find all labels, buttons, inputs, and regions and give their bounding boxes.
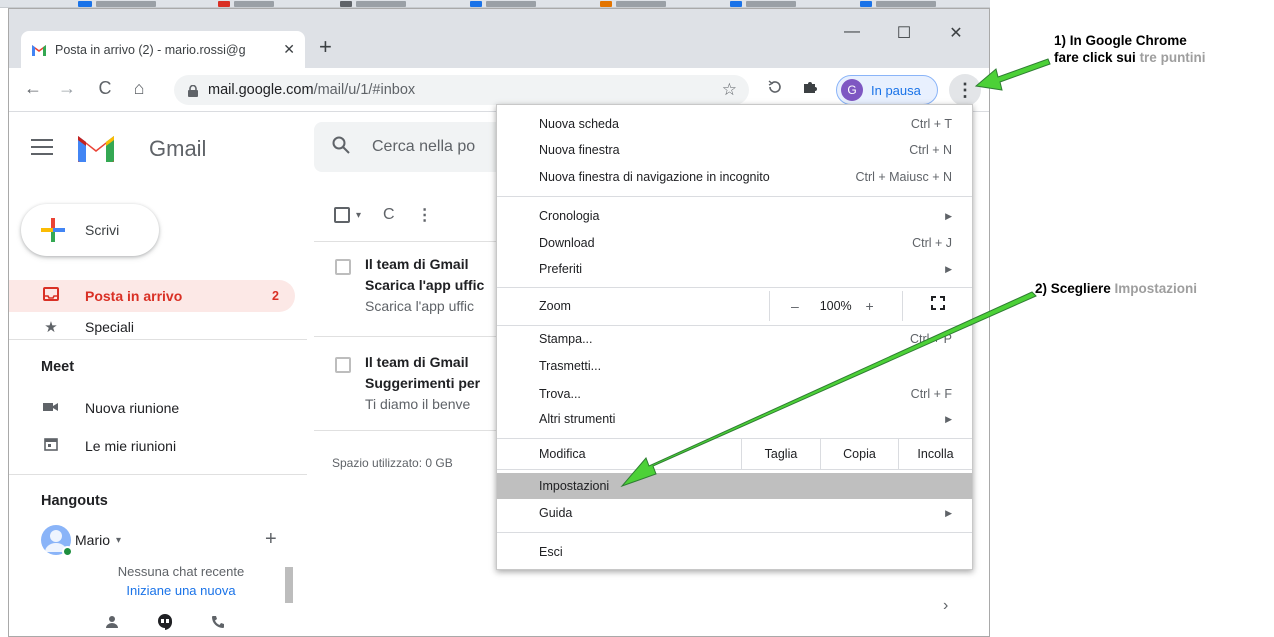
annotation-arrows <box>620 58 1051 488</box>
arrow-to-settings <box>620 291 1037 488</box>
arrow-to-menu-button <box>974 58 1051 91</box>
